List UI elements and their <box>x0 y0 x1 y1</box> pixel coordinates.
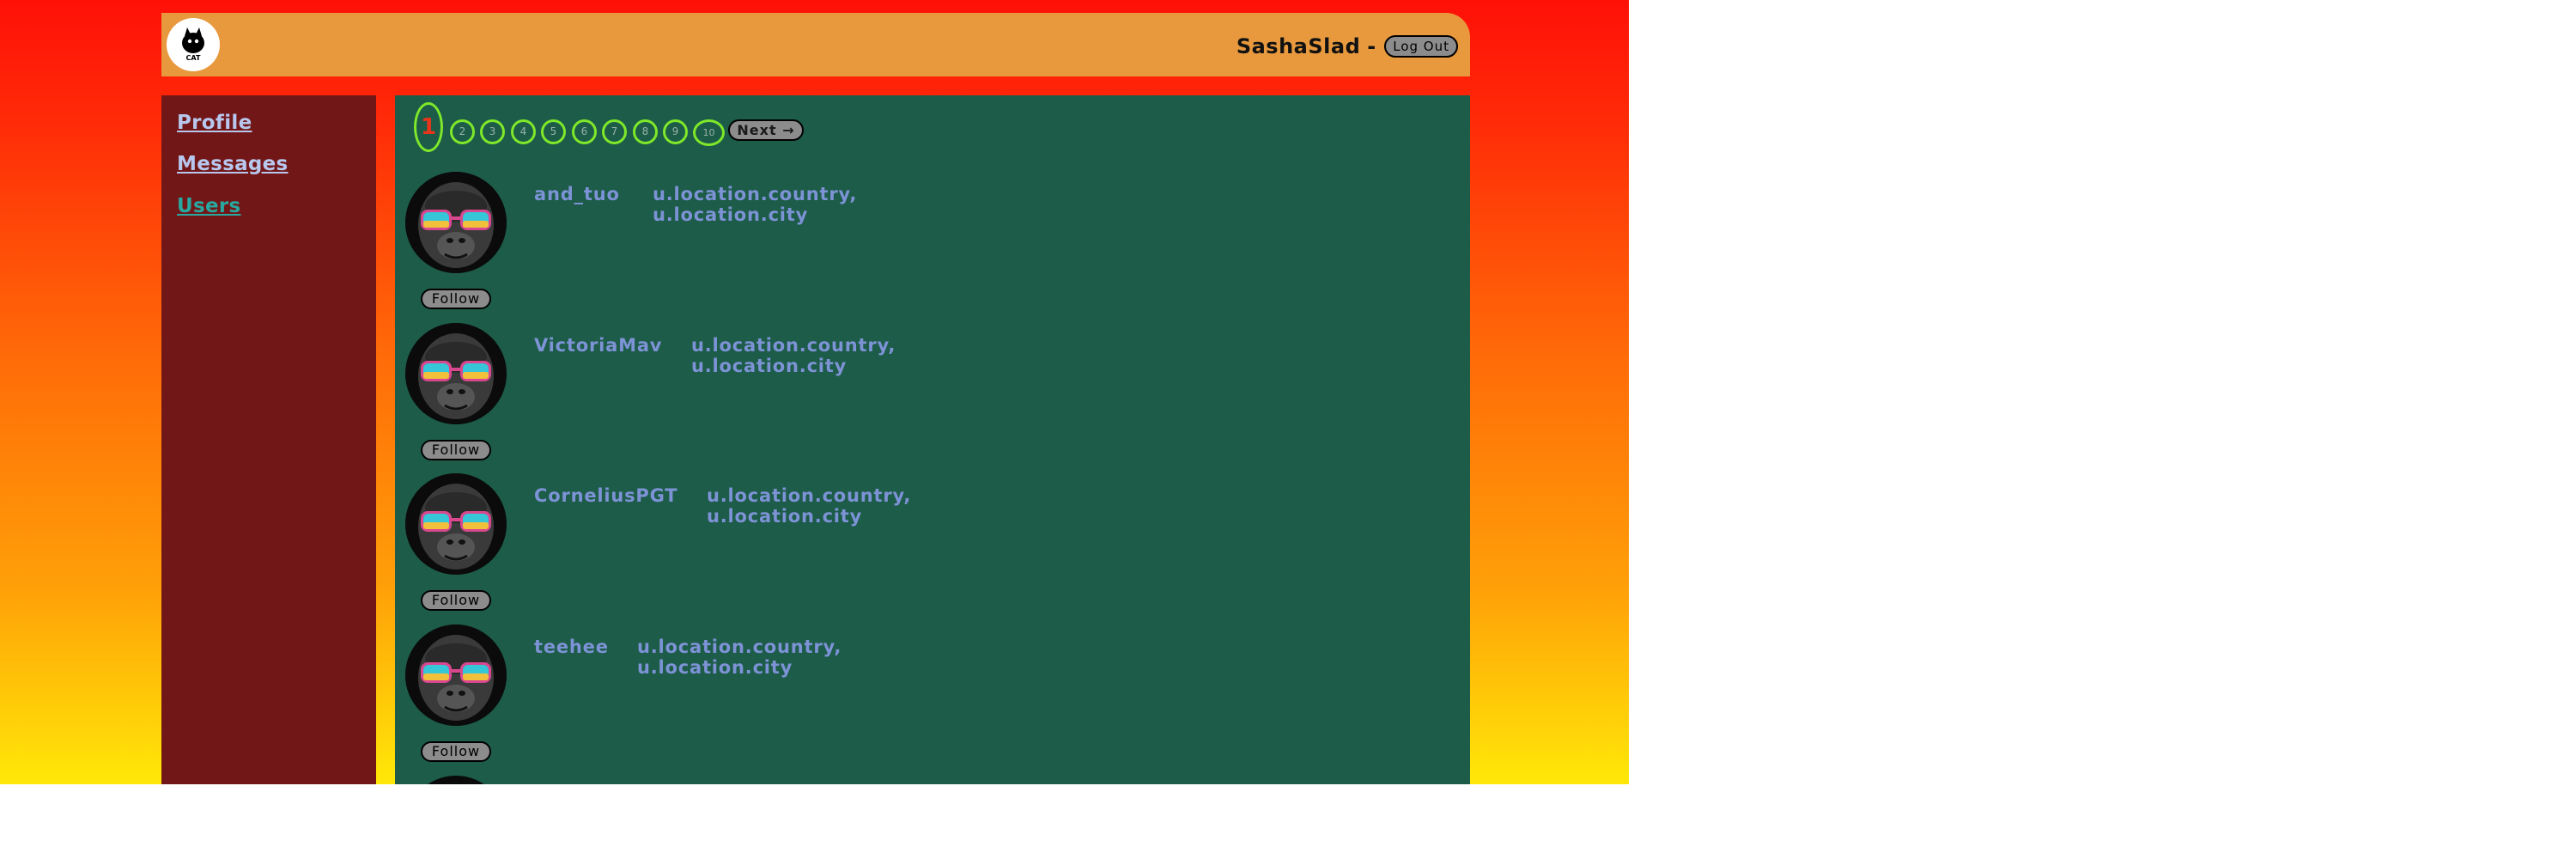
page-9[interactable]: 9 <box>663 119 688 144</box>
follow-button[interactable]: Follow <box>421 289 491 309</box>
sidebar-item-users[interactable]: Users <box>177 195 241 217</box>
user-card: Follow teehee u.location.country, u.loca… <box>405 624 1006 775</box>
username-separator: - <box>1367 34 1376 58</box>
page-background: CAT SashaSlad - Log Out Profile Messages… <box>0 0 1629 784</box>
user-card: Follow VictoriaMav u.location.country, u… <box>405 323 1006 473</box>
page-7[interactable]: 7 <box>602 119 627 144</box>
sidebar-item-profile[interactable]: Profile <box>177 112 252 134</box>
user-name: and_tuo <box>534 184 620 204</box>
page-1[interactable]: 1 <box>414 102 443 152</box>
gorilla-sunglasses-avatar-icon[interactable] <box>405 624 507 726</box>
gorilla-sunglasses-avatar-icon[interactable] <box>405 172 507 273</box>
sidebar-item-messages[interactable]: Messages <box>177 153 289 175</box>
current-username: SashaSlad <box>1236 34 1361 58</box>
users-list-panel: 1 2 3 4 5 6 7 8 9 10 Next → Follow and_t… <box>395 95 1470 784</box>
user-location-city: u.location.city <box>637 657 793 678</box>
user-location-country: u.location.country, <box>707 485 912 506</box>
gorilla-sunglasses-avatar-icon[interactable] <box>405 473 507 575</box>
user-name: CorneliusPGT <box>534 485 678 506</box>
header-bar: CAT SashaSlad - Log Out <box>161 13 1470 76</box>
follow-button[interactable]: Follow <box>421 440 491 460</box>
cat-logo-icon[interactable]: CAT <box>167 18 220 71</box>
user-location-country: u.location.country, <box>653 184 858 204</box>
user-location: u.location.country, u.location.city <box>637 637 841 678</box>
avatar-graphic <box>405 323 507 424</box>
user-location-city: u.location.city <box>691 356 848 376</box>
user-location: u.location.country, u.location.city <box>691 335 896 376</box>
user-card: Follow and_tuo u.location.country, u.loc… <box>405 172 1006 322</box>
user-location: u.location.country, u.location.city <box>707 485 911 527</box>
logout-button[interactable]: Log Out <box>1384 35 1458 58</box>
user-location-city: u.location.city <box>653 204 809 225</box>
user-name: teehee <box>534 637 609 657</box>
page-8[interactable]: 8 <box>633 119 658 144</box>
gorilla-sunglasses-avatar-icon[interactable] <box>405 323 507 424</box>
logo-text: CAT <box>185 54 201 62</box>
page-6[interactable]: 6 <box>572 119 597 144</box>
user-card: Follow CorneliusPGT u.location.country, … <box>405 473 1006 624</box>
sidebar-nav: Profile Messages Users <box>161 95 376 784</box>
header-user-area: SashaSlad - Log Out <box>1236 34 1458 59</box>
page-2[interactable]: 2 <box>450 119 475 144</box>
cat-logo-graphic <box>182 27 204 53</box>
follow-button[interactable]: Follow <box>421 590 491 611</box>
page-10[interactable]: 10 <box>693 119 725 146</box>
user-location: u.location.country, u.location.city <box>653 184 857 225</box>
page-5[interactable]: 5 <box>541 119 566 144</box>
next-page-button[interactable]: Next → <box>728 119 804 141</box>
page-3[interactable]: 3 <box>480 119 505 144</box>
avatar-graphic <box>405 473 507 575</box>
user-location-country: u.location.country, <box>691 335 896 356</box>
gorilla-sunglasses-avatar-icon[interactable] <box>405 776 507 784</box>
user-location-country: u.location.country, <box>637 637 842 657</box>
avatar-graphic <box>405 172 507 273</box>
follow-button[interactable]: Follow <box>421 741 491 762</box>
avatar-graphic <box>405 624 507 726</box>
page-4[interactable]: 4 <box>511 119 536 144</box>
user-name: VictoriaMav <box>534 335 663 356</box>
user-location-city: u.location.city <box>707 506 863 527</box>
